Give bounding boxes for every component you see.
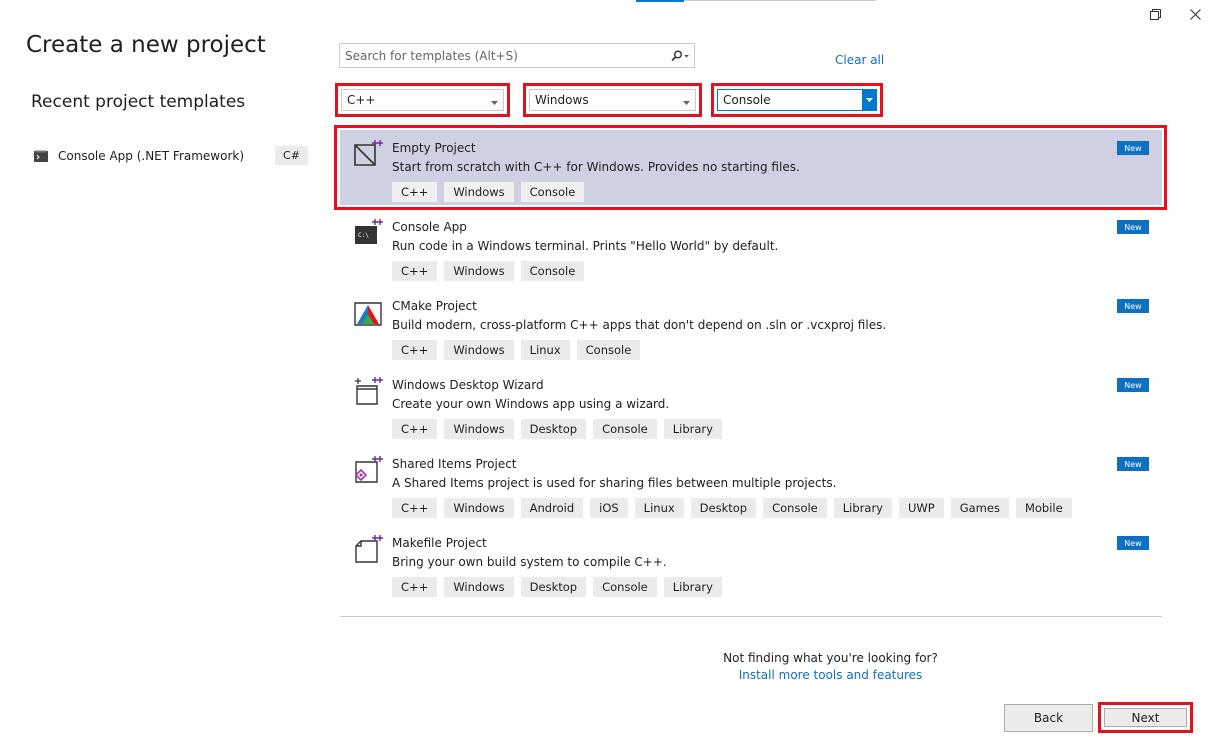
template-tag: C++ <box>392 261 438 281</box>
template-description: Bring your own build system to compile C… <box>392 555 667 569</box>
template-name: CMake Project <box>392 299 477 313</box>
recent-item-label: Console App (.NET Framework) <box>58 149 245 163</box>
template-tag: C++ <box>392 577 438 597</box>
close-button[interactable] <box>1184 3 1206 25</box>
template-description: Build modern, cross-platform C++ apps th… <box>392 318 887 332</box>
template-tag: Console <box>593 577 657 597</box>
makefile-icon <box>355 535 383 563</box>
template-item-makefile-project[interactable]: Makefile Project Bring your own build sy… <box>340 525 1162 600</box>
console-app-icon <box>34 150 48 162</box>
template-tag: C++ <box>392 498 438 518</box>
selected-template-highlight <box>334 125 1167 210</box>
recent-item-language-badge: C# <box>275 146 308 165</box>
shared-items-icon <box>354 456 383 483</box>
template-tag: Windows <box>444 261 514 281</box>
template-tag: Games <box>950 498 1009 518</box>
template-name: Shared Items Project <box>392 457 517 471</box>
search-dropdown[interactable] <box>666 44 694 67</box>
search-input[interactable] <box>340 44 666 67</box>
install-more-tools-link[interactable]: Install more tools and features <box>739 668 923 682</box>
list-separator <box>340 616 1162 617</box>
new-badge: New <box>1117 378 1149 392</box>
new-badge: New <box>1117 220 1149 234</box>
template-item-cmake-project[interactable]: CMake Project Build modern, cross-platfo… <box>340 288 1162 363</box>
template-tag: Windows <box>444 577 514 597</box>
template-tag: Library <box>663 419 722 439</box>
project-type-filter-value: Console <box>723 93 771 107</box>
page-title: Create a new project <box>26 32 266 58</box>
template-tag: Mobile <box>1015 498 1072 518</box>
not-finding-panel: Not finding what you're looking for? Ins… <box>723 642 938 690</box>
svg-text:C:\: C:\ <box>358 232 369 239</box>
console-app-icon: C:\ <box>355 219 383 244</box>
template-item-console-app[interactable]: C:\ Console App Run code in a Windows te… <box>340 209 1162 284</box>
language-filter[interactable]: C++ <box>335 83 510 117</box>
template-tag: Library <box>833 498 892 518</box>
template-name: Makefile Project <box>392 536 487 550</box>
template-tag: UWP <box>898 498 944 518</box>
platform-filter[interactable]: Windows <box>523 83 702 117</box>
platform-filter-value: Windows <box>535 93 589 107</box>
new-badge: New <box>1117 299 1149 313</box>
template-item-shared-items-project[interactable]: Shared Items Project A Shared Items proj… <box>340 446 1162 521</box>
restore-icon <box>1149 8 1161 20</box>
search-icon <box>671 50 689 61</box>
template-description: A Shared Items project is used for shari… <box>392 476 837 490</box>
cmake-icon <box>354 302 382 326</box>
template-tag: Windows <box>444 498 514 518</box>
template-item-windows-desktop-wizard[interactable]: Windows Desktop Wizard Create your own W… <box>340 367 1162 442</box>
recent-item-console-app[interactable]: Console App (.NET Framework) <box>34 145 310 167</box>
not-finding-question: Not finding what you're looking for? <box>723 650 938 665</box>
project-type-filter[interactable]: Console <box>711 83 883 117</box>
next-button[interactable]: Next <box>1104 708 1187 727</box>
template-tag: Desktop <box>520 577 587 597</box>
new-badge: New <box>1117 536 1149 550</box>
template-tag: Library <box>663 577 722 597</box>
template-tag: Linux <box>634 498 684 518</box>
back-button[interactable]: Back <box>1004 704 1093 732</box>
template-search-box[interactable] <box>339 43 695 68</box>
template-tag: Desktop <box>690 498 757 518</box>
top-tab-indicator <box>636 0 684 2</box>
template-tag: Console <box>576 340 641 360</box>
template-name: Windows Desktop Wizard <box>392 378 544 392</box>
template-tag: Console <box>763 498 827 518</box>
template-tag: Android <box>520 498 584 518</box>
new-badge: New <box>1117 457 1149 471</box>
template-tag: Windows <box>444 419 514 439</box>
template-tag: Windows <box>444 340 514 360</box>
chevron-down-icon <box>682 101 690 105</box>
template-tag: Linux <box>520 340 570 360</box>
clear-all-link[interactable]: Clear all <box>835 53 884 67</box>
template-tag: Console <box>593 419 657 439</box>
template-description: Run code in a Windows terminal. Prints "… <box>392 239 779 253</box>
template-tag: Desktop <box>520 419 587 439</box>
template-tag: C++ <box>392 340 438 360</box>
recent-templates-heading: Recent project templates <box>31 92 246 112</box>
wizard-icon <box>355 377 383 405</box>
next-button-highlight: Next <box>1098 702 1193 733</box>
language-filter-value: C++ <box>347 93 376 107</box>
restore-button[interactable] <box>1144 3 1166 25</box>
template-description: Create your own Windows app using a wiza… <box>392 397 670 411</box>
chevron-down-icon <box>490 101 498 105</box>
template-tag: C++ <box>392 419 438 439</box>
template-name: Console App <box>392 220 467 234</box>
template-tag: Console <box>520 261 585 281</box>
template-tag: iOS <box>590 498 628 518</box>
close-icon <box>1189 8 1201 20</box>
top-tab-line <box>684 0 876 1</box>
chevron-down-icon <box>865 98 873 102</box>
